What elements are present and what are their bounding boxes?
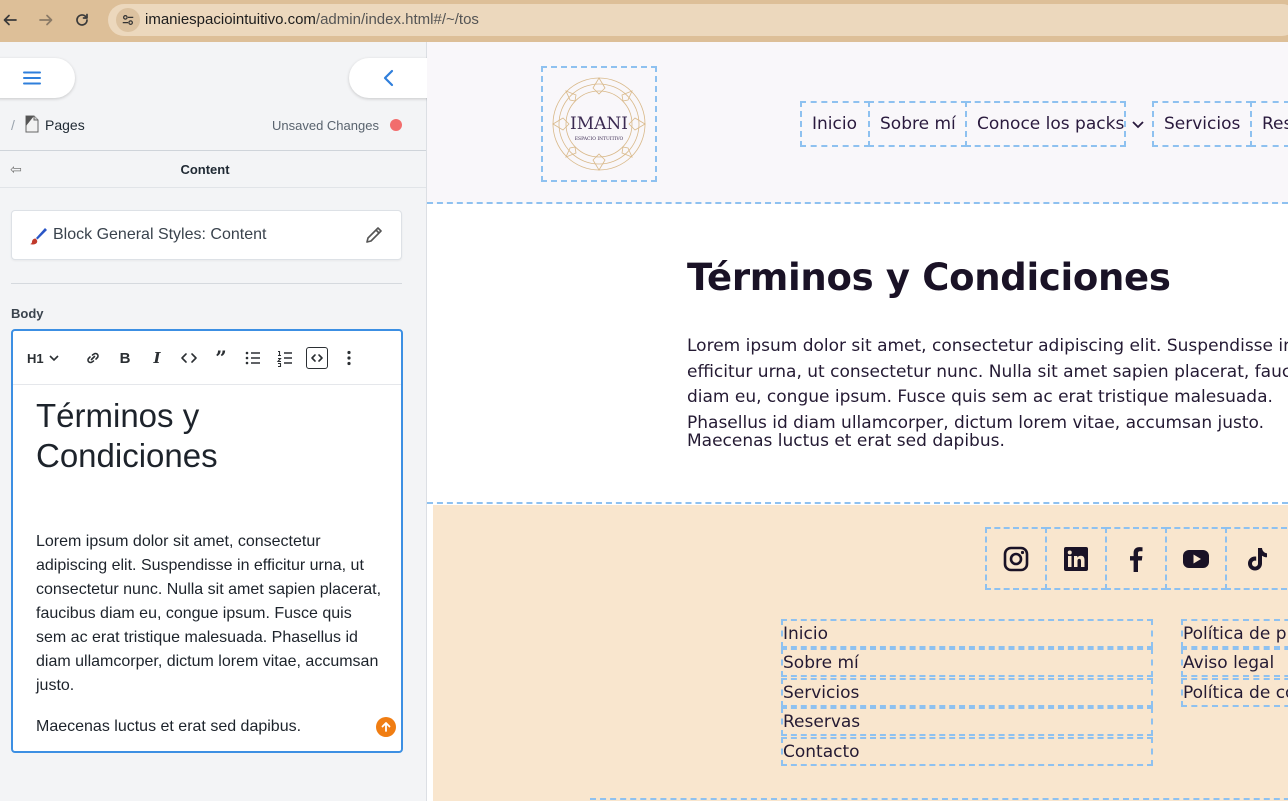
upload-icon[interactable] [376,717,396,737]
footer-link-label: Reservas [783,711,861,732]
nav-conoce-los-packs[interactable]: Conoce los packs [965,101,1126,147]
nav-label: Reservas [1262,114,1288,134]
forward-arrow-icon[interactable] [33,7,59,33]
nav-label: Servicios [1164,114,1241,134]
back-arrow-icon[interactable] [0,7,23,33]
footer-link-label: Política de cookies [1183,682,1288,703]
preview-paragraph: Maecenas luctus et erat sed dapibus. [687,431,1005,451]
site-settings-icon[interactable] [116,8,140,32]
browser-toolbar: imaniespaciointuitivo.com/admin/index.ht… [0,0,1288,42]
url-path: /admin/index.html#/~/tos [315,11,479,28]
nav-sobre-mi[interactable]: Sobre mí [868,101,967,147]
footer-link-legal-notice[interactable]: Aviso legal [1181,648,1288,677]
hamburger-icon [23,71,41,85]
footer-link-privacy[interactable]: Política de privacidad [1181,619,1288,648]
code-block-icon[interactable] [306,347,328,369]
footer-link-sobre-mi[interactable]: Sobre mí [781,648,1153,677]
nav-reservas[interactable]: Reservas [1250,101,1288,147]
breadcrumb-separator: / [11,117,15,133]
divider [11,283,402,284]
url-host: imaniespaciointuitivo.com [145,11,316,28]
editor-paragraph[interactable]: Lorem ipsum dolor sit amet, consectetur … [36,530,386,698]
footer-link-label: Inicio [783,623,828,644]
bulleted-list-icon[interactable] [242,347,264,369]
url-text: imaniespaciointuitivo.com/admin/index.ht… [145,11,479,28]
footer-link-label: Contacto [783,741,860,762]
block-styles-label: Block General Styles: Content [53,226,267,243]
footer-link-cookies[interactable]: Política de cookies [1181,678,1288,707]
italic-icon[interactable]: I [146,347,168,369]
chevron-down-icon [49,355,59,362]
unsaved-indicator [390,119,402,131]
facebook-icon[interactable] [1105,527,1167,590]
site-logo[interactable]: IMANI ESPACIO INTUITIVO [541,66,657,182]
reload-icon[interactable] [69,7,95,33]
content-title: Content [180,162,230,177]
quote-icon[interactable]: ” [210,346,232,370]
paintbrush-icon [30,228,47,245]
footer-link-label: Política de privacidad [1183,623,1288,644]
footer-link-label: Aviso legal [1183,652,1275,673]
logo-tagline: ESPACIO INTUITIVO [575,136,624,142]
linkedin-icon[interactable] [1045,527,1107,590]
content-section: Términos y Condiciones Lorem ipsum dolor… [427,206,1288,504]
more-icon[interactable] [338,347,360,369]
mandala-logo-icon: IMANI ESPACIO INTUITIVO [552,77,646,171]
footer-link-inicio[interactable]: Inicio [781,619,1153,648]
logo-name: IMANI [570,114,628,134]
nav-label: Inicio [812,114,857,134]
bold-icon[interactable]: B [114,347,136,369]
tiktok-icon[interactable] [1225,527,1287,590]
page-icon [25,115,39,133]
instagram-icon[interactable] [985,527,1047,590]
footer-link-reservas[interactable]: Reservas [781,707,1153,736]
preview-paragraph: Lorem ipsum dolor sit amet, consectetur … [687,336,1288,433]
chevron-left-icon [383,69,394,87]
footer-link-servicios[interactable]: Servicios [781,678,1153,707]
nav-label: Sobre mí [880,114,956,134]
nav-servicios[interactable]: Servicios [1152,101,1252,147]
nav-inicio[interactable]: Inicio [800,101,870,147]
page-preview: IMANI ESPACIO INTUITIVO Inicio Sobre mí … [427,42,1288,801]
preview-heading: Términos y Condiciones [687,256,1171,299]
heading-level-dropdown[interactable]: H1 [27,347,67,369]
heading-level-value: H1 [27,350,44,366]
content-header: ⇦ Content [0,150,426,188]
footer-bottom-border [590,798,1288,800]
nav-label: Conoce los packs [977,114,1125,134]
footer-link-label: Servicios [783,682,860,703]
unsaved-changes-label: Unsaved Changes [272,118,379,133]
footer-link-contacto[interactable]: Contacto [781,737,1153,766]
menu-button[interactable] [0,58,75,98]
youtube-icon[interactable] [1165,527,1227,590]
block-general-styles-card[interactable]: Block General Styles: Content [11,210,402,260]
rich-text-editor[interactable]: H1 B I ” Términos y Condiciones Lorem ip… [11,329,403,753]
editor-heading[interactable]: Términos y Condiciones [36,396,386,476]
editor-panel: / Pages Unsaved Changes ⇦ Content Block … [0,42,449,801]
editor-toolbar: H1 B I ” [13,331,401,385]
breadcrumb-pages[interactable]: Pages [45,117,85,133]
editor-paragraph[interactable]: Maecenas luctus et erat sed dapibus. [36,715,376,739]
chevron-down-icon[interactable] [1131,117,1145,131]
site-header: IMANI ESPACIO INTUITIVO Inicio Sobre mí … [427,42,1288,204]
numbered-list-icon[interactable] [274,347,296,369]
site-footer: Inicio Sobre mí Servicios Reservas Conta… [433,505,1288,801]
edit-pencil-icon[interactable] [364,225,384,245]
address-bar[interactable]: imaniespaciointuitivo.com/admin/index.ht… [108,4,1288,36]
body-field-label: Body [11,306,44,321]
footer-link-label: Sobre mí [783,652,859,673]
code-icon[interactable] [178,347,200,369]
link-icon[interactable] [82,347,104,369]
